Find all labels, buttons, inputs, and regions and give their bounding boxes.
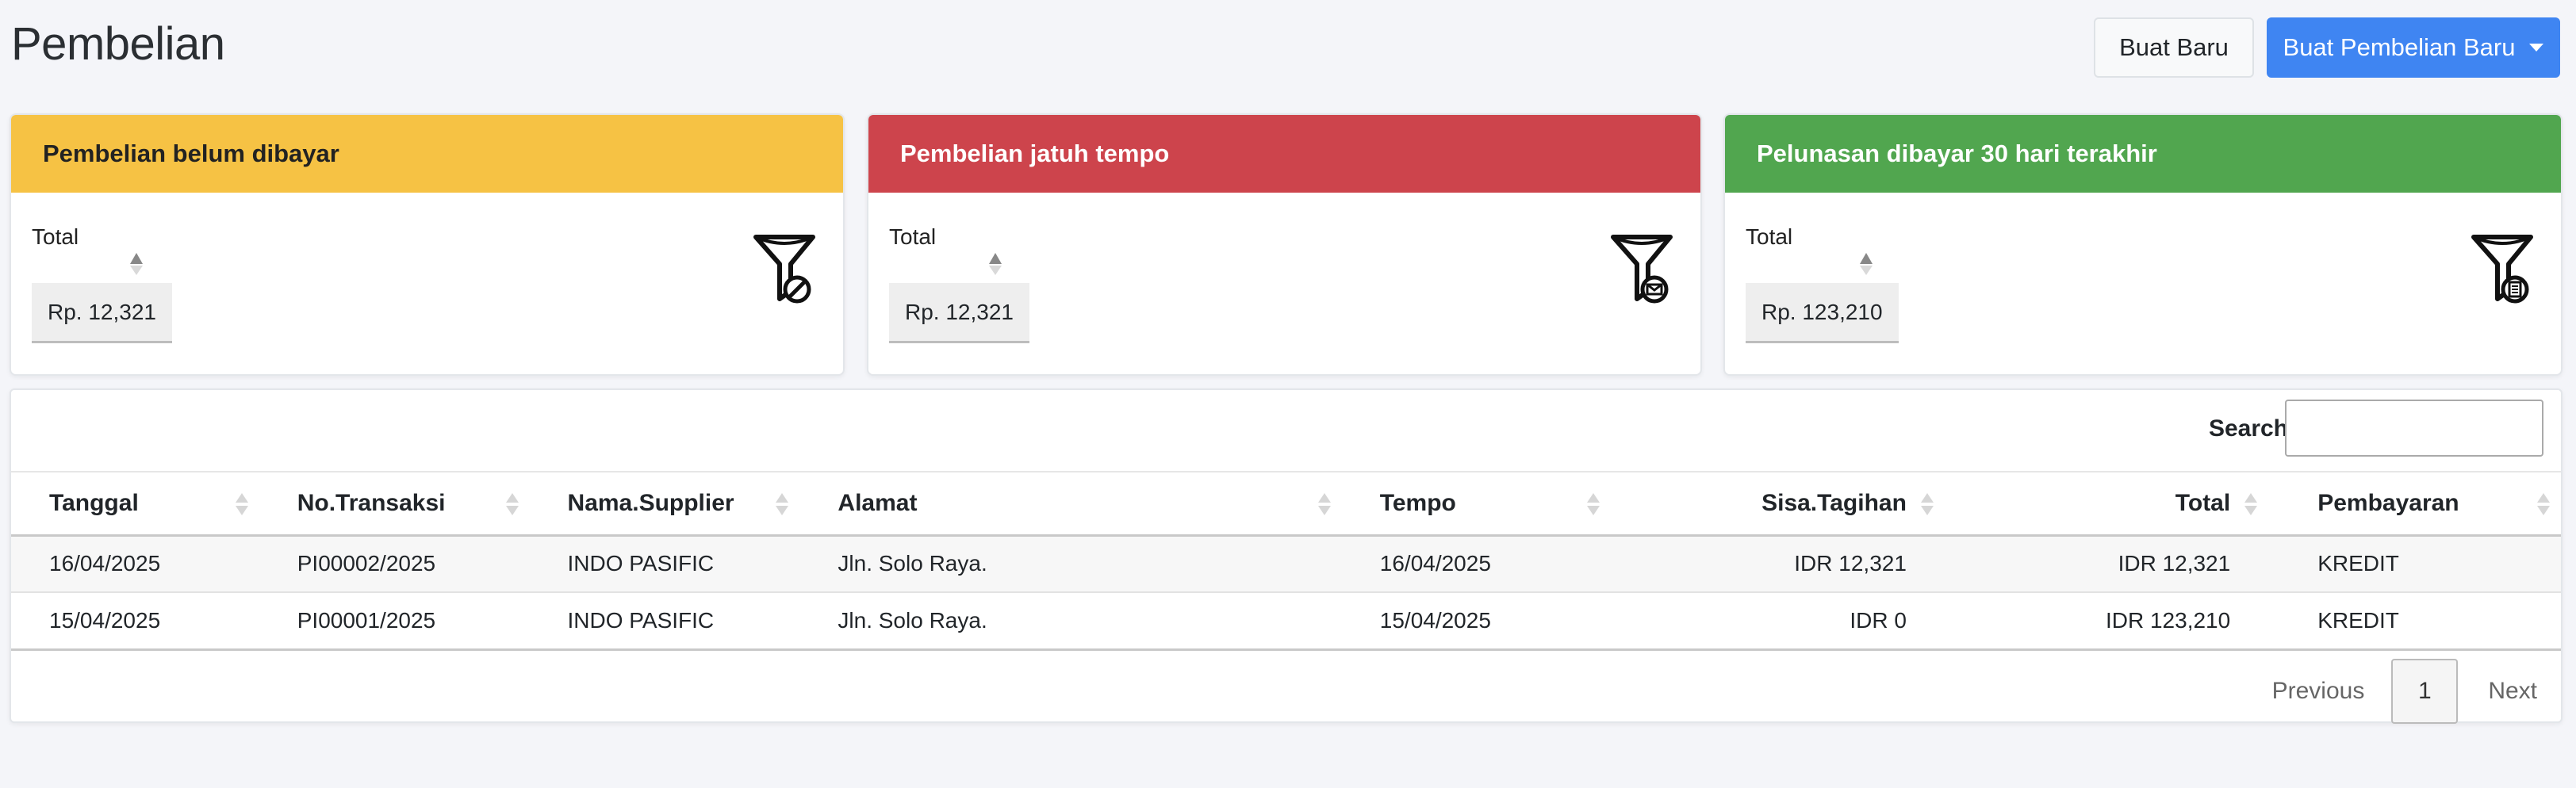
cell-alamat: Jln. Solo Raya. <box>799 592 1342 651</box>
cell-tanggal: 16/04/2025 <box>11 535 259 593</box>
sort-toggle-icon[interactable] <box>1860 253 1873 275</box>
sort-icon <box>505 493 519 517</box>
search-input[interactable] <box>2285 400 2543 457</box>
total-value: Rp. 12,321 <box>889 283 1029 343</box>
card-title: Pelunasan dibayar 30 hari terakhir <box>1725 115 2561 193</box>
cell-tempo: 16/04/2025 <box>1341 535 1612 593</box>
total-value: Rp. 123,210 <box>1746 283 1899 343</box>
card-unpaid-purchases: Pembelian belum dibayar Total Rp. 12,321 <box>10 113 845 376</box>
purchases-table: Tanggal No.Transaksi Nama.Supplier Alama… <box>11 471 2561 651</box>
cell-pembayaran: KREDIT <box>2268 592 2561 651</box>
page-title: Pembelian <box>11 18 225 70</box>
column-header-total[interactable]: Total <box>1944 471 2269 537</box>
column-header-alamat[interactable]: Alamat <box>799 471 1342 537</box>
total-label: Total <box>1746 224 1793 249</box>
caret-down-icon <box>2529 44 2544 52</box>
new-purchase-dropdown-button[interactable]: Buat Pembelian Baru <box>2267 17 2560 78</box>
cell-tanggal: 15/04/2025 <box>11 592 259 651</box>
funnel-list-icon[interactable] <box>2471 232 2534 305</box>
sort-toggle-icon[interactable] <box>130 253 143 275</box>
cell-nama-supplier: INDO PASIFIC <box>529 592 800 651</box>
cell-nama-supplier: INDO PASIFIC <box>529 535 800 593</box>
sort-icon <box>1920 493 1934 517</box>
pagination-page-1[interactable]: 1 <box>2391 659 2459 724</box>
new-purchase-button-label: Buat Pembelian Baru <box>2283 33 2516 61</box>
cell-sisa-tagihan: IDR 12,321 <box>1611 535 1945 593</box>
column-header-sisa-tagihan[interactable]: Sisa.Tagihan <box>1611 471 1945 537</box>
cell-tempo: 15/04/2025 <box>1341 592 1612 651</box>
card-due-purchases: Pembelian jatuh tempo Total Rp. 12,321 <box>867 113 1702 376</box>
sort-icon <box>2244 493 2258 517</box>
sort-icon <box>1587 493 1600 517</box>
column-header-tanggal[interactable]: Tanggal <box>11 471 259 537</box>
cell-no-transaksi: PI00001/2025 <box>259 592 530 651</box>
cell-alamat: Jln. Solo Raya. <box>799 535 1342 593</box>
pagination: Previous 1 Next <box>2272 658 2561 725</box>
sort-icon <box>2537 493 2550 517</box>
cell-total: IDR 123,210 <box>1944 592 2269 651</box>
sort-icon <box>235 493 248 517</box>
column-header-nama-supplier[interactable]: Nama.Supplier <box>529 471 800 537</box>
funnel-block-icon[interactable] <box>753 232 816 305</box>
pagination-previous[interactable]: Previous <box>2272 678 2365 705</box>
column-header-tempo[interactable]: Tempo <box>1341 471 1612 537</box>
table-row[interactable]: 16/04/2025 PI00002/2025 INDO PASIFIC Jln… <box>11 535 2561 593</box>
card-title: Pembelian belum dibayar <box>11 115 843 193</box>
pagination-next[interactable]: Next <box>2488 678 2537 705</box>
funnel-mail-icon[interactable] <box>1610 232 1673 305</box>
sort-toggle-icon[interactable] <box>989 253 1002 275</box>
search-label: Search: <box>2208 415 2296 442</box>
purchases-table-panel: Search: Tanggal No.Transaksi Nama.Suppli… <box>10 388 2563 725</box>
new-button-label: Buat Baru <box>2119 33 2229 61</box>
sort-icon <box>776 493 789 517</box>
column-header-no-transaksi[interactable]: No.Transaksi <box>259 471 530 537</box>
cell-no-transaksi: PI00002/2025 <box>259 535 530 593</box>
table-row[interactable]: 15/04/2025 PI00001/2025 INDO PASIFIC Jln… <box>11 592 2561 651</box>
card-paid-last-30-days: Pelunasan dibayar 30 hari terakhir Total… <box>1723 113 2563 376</box>
total-value: Rp. 12,321 <box>32 283 172 343</box>
total-label: Total <box>889 224 937 249</box>
new-button[interactable]: Buat Baru <box>2094 17 2254 78</box>
card-title: Pembelian jatuh tempo <box>868 115 1700 193</box>
column-header-pembayaran[interactable]: Pembayaran <box>2268 471 2561 537</box>
total-label: Total <box>32 224 79 249</box>
cell-pembayaran: KREDIT <box>2268 535 2561 593</box>
cell-sisa-tagihan: IDR 0 <box>1611 592 1945 651</box>
sort-icon <box>1317 493 1331 517</box>
cell-total: IDR 12,321 <box>1944 535 2269 593</box>
